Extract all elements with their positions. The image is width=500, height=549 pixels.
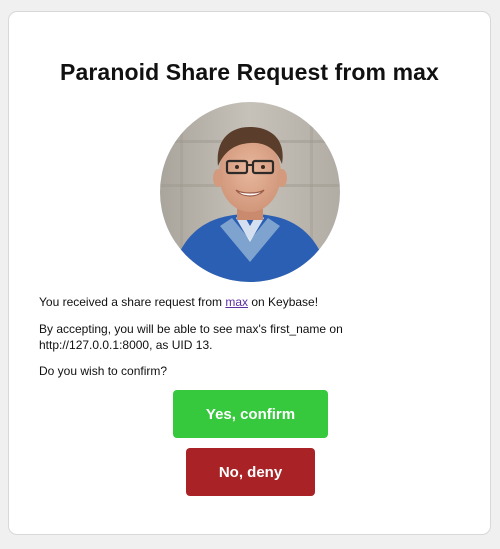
share-request-message: You received a share request from max on… <box>39 294 318 310</box>
page-title: Paranoid Share Request from max <box>60 59 439 85</box>
message-suffix: on Keybase! <box>248 295 319 309</box>
deny-button[interactable]: No, deny <box>186 448 315 496</box>
share-details: By accepting, you will be able to see ma… <box>39 322 343 352</box>
avatar-photo <box>160 102 340 282</box>
confirm-question: Do you wish to confirm? <box>39 364 168 378</box>
message-prefix: You received a share request from <box>39 295 226 309</box>
share-request-card: Paranoid Share Request from max You rece… <box>8 11 491 535</box>
avatar <box>160 102 340 282</box>
username-link[interactable]: max <box>225 295 248 309</box>
confirm-button[interactable]: Yes, confirm <box>173 390 328 438</box>
